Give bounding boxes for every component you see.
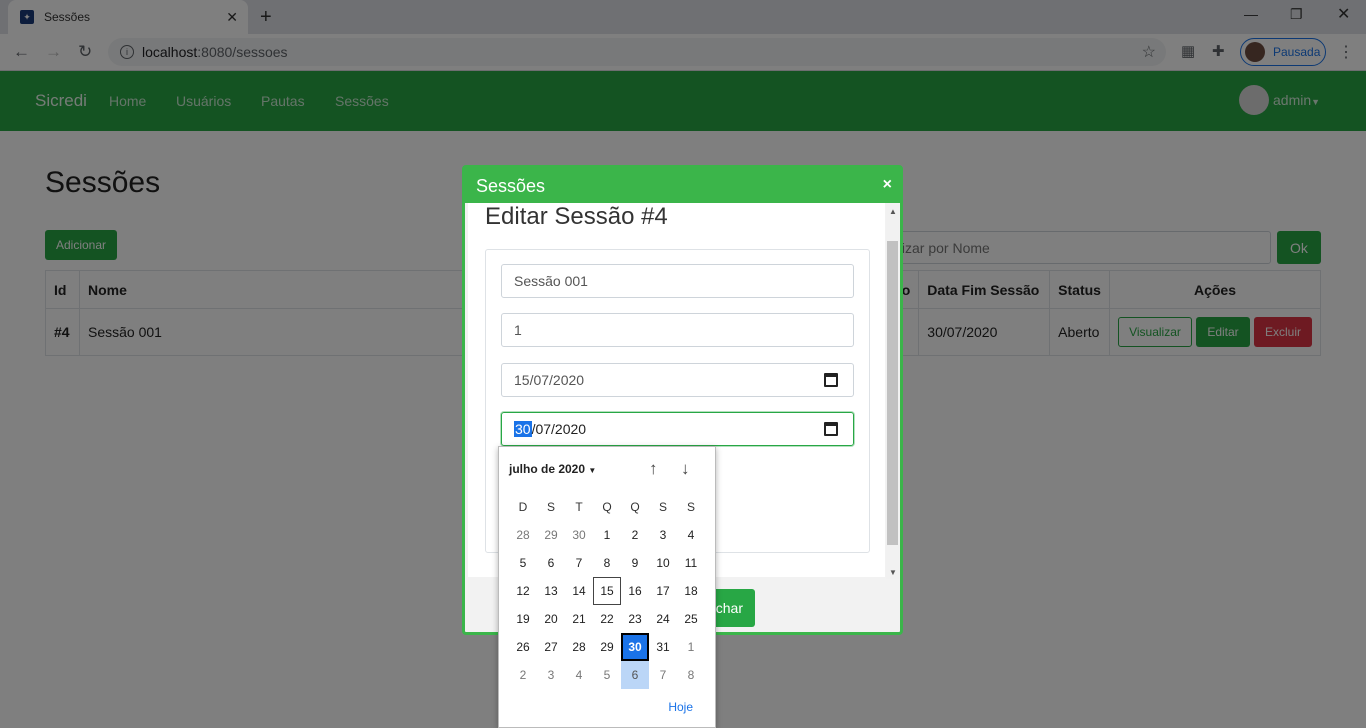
modal-header-title: Sessões — [476, 176, 546, 196]
calendar-day[interactable]: 19 — [509, 605, 537, 633]
calendar-day[interactable]: 5 — [509, 549, 537, 577]
calendar-day[interactable]: 6 — [621, 661, 649, 689]
modal-scrollbar[interactable]: ▲ ▼ — [886, 205, 899, 579]
calendar-day[interactable]: 4 — [677, 521, 705, 549]
calendar-icon[interactable] — [824, 373, 838, 387]
modal-title: Editar Sessão #4 — [485, 203, 668, 230]
month-year-selector[interactable]: julho de 2020 ▼ — [509, 462, 596, 476]
calendar-day[interactable]: 18 — [677, 577, 705, 605]
calendar-day[interactable]: 16 — [621, 577, 649, 605]
modal-close-icon[interactable]: × — [883, 176, 892, 194]
calendar-day[interactable]: 10 — [649, 549, 677, 577]
end-date-day-segment[interactable]: 30 — [514, 421, 532, 437]
calendar-day[interactable]: 12 — [509, 577, 537, 605]
scroll-down-icon[interactable]: ▼ — [889, 568, 897, 577]
calendar-day[interactable]: 17 — [649, 577, 677, 605]
scrollbar-thumb[interactable] — [887, 241, 898, 545]
weekday-header: T — [575, 500, 583, 514]
calendar-day[interactable]: 26 — [509, 633, 537, 661]
calendar-day[interactable]: 29 — [537, 521, 565, 549]
calendar-day[interactable]: 25 — [677, 605, 705, 633]
calendar-day[interactable]: 9 — [621, 549, 649, 577]
weekday-header: Q — [630, 500, 640, 514]
calendar-day[interactable]: 21 — [565, 605, 593, 633]
calendar-day[interactable]: 13 — [537, 577, 565, 605]
calendar-day[interactable]: 11 — [677, 549, 705, 577]
calendar-day[interactable]: 1 — [677, 633, 705, 661]
pauta-input[interactable]: 1 — [501, 313, 854, 347]
end-date-rest: /07/2020 — [531, 421, 587, 437]
calendar-day[interactable]: 8 — [677, 661, 705, 689]
previous-month-icon[interactable]: ↑ — [649, 459, 658, 479]
today-button[interactable]: Hoje — [668, 700, 693, 714]
calendar-day[interactable]: 4 — [565, 661, 593, 689]
calendar-day[interactable]: 6 — [537, 549, 565, 577]
start-date-value: 15/07/2020 — [514, 372, 585, 388]
calendar-day[interactable]: 7 — [565, 549, 593, 577]
weekday-header: Q — [602, 500, 612, 514]
calendar-day[interactable]: 7 — [649, 661, 677, 689]
calendar-icon[interactable] — [824, 422, 838, 436]
calendar-day[interactable]: 14 — [565, 577, 593, 605]
date-picker-popup: julho de 2020 ▼ ↑ ↓ D S T Q Q S S 28 29 30 1 2 3 4 5 6 7… — [498, 446, 716, 728]
calendar-day[interactable]: 30 — [565, 521, 593, 549]
scroll-up-icon[interactable]: ▲ — [889, 207, 897, 216]
calendar-day[interactable]: 2 — [621, 521, 649, 549]
weekday-header: S — [686, 500, 695, 514]
calendar-day[interactable]: 1 — [593, 521, 621, 549]
calendar-day[interactable]: 20 — [537, 605, 565, 633]
end-date-input[interactable]: 30/07/2020 — [501, 412, 854, 446]
calendar-day[interactable]: 28 — [565, 633, 593, 661]
start-date-input[interactable]: 15/07/2020 — [501, 363, 854, 397]
session-name-input[interactable]: Sessão 001 — [501, 264, 854, 298]
weekday-header: S — [658, 500, 667, 514]
month-year-label: julho de 2020 — [509, 462, 586, 476]
calendar-day[interactable]: 28 — [509, 521, 537, 549]
next-month-icon[interactable]: ↓ — [681, 459, 690, 479]
calendar-day[interactable]: 3 — [537, 661, 565, 689]
weekday-header: S — [546, 500, 555, 514]
calendar-day[interactable]: 24 — [649, 605, 677, 633]
calendar-day[interactable]: 2 — [509, 661, 537, 689]
calendar-day[interactable]: 8 — [593, 549, 621, 577]
calendar-day[interactable]: 27 — [537, 633, 565, 661]
calendar-day[interactable]: 23 — [621, 605, 649, 633]
calendar-day[interactable]: 31 — [649, 633, 677, 661]
calendar-grid: D S T Q Q S S 28 29 30 1 2 3 4 5 6 7 8 9 10 11 12 13 14 15 16 17 18… — [509, 493, 705, 689]
calendar-day[interactable]: 22 — [593, 605, 621, 633]
calendar-day[interactable]: 29 — [593, 633, 621, 661]
weekday-header: D — [518, 500, 528, 514]
calendar-day[interactable]: 30 — [621, 633, 649, 661]
calendar-day[interactable]: 5 — [593, 661, 621, 689]
calendar-day[interactable]: 3 — [649, 521, 677, 549]
modal-header: Sessões × — [465, 168, 900, 203]
caret-down-icon: ▼ — [588, 466, 597, 475]
calendar-day[interactable]: 15 — [593, 577, 621, 605]
